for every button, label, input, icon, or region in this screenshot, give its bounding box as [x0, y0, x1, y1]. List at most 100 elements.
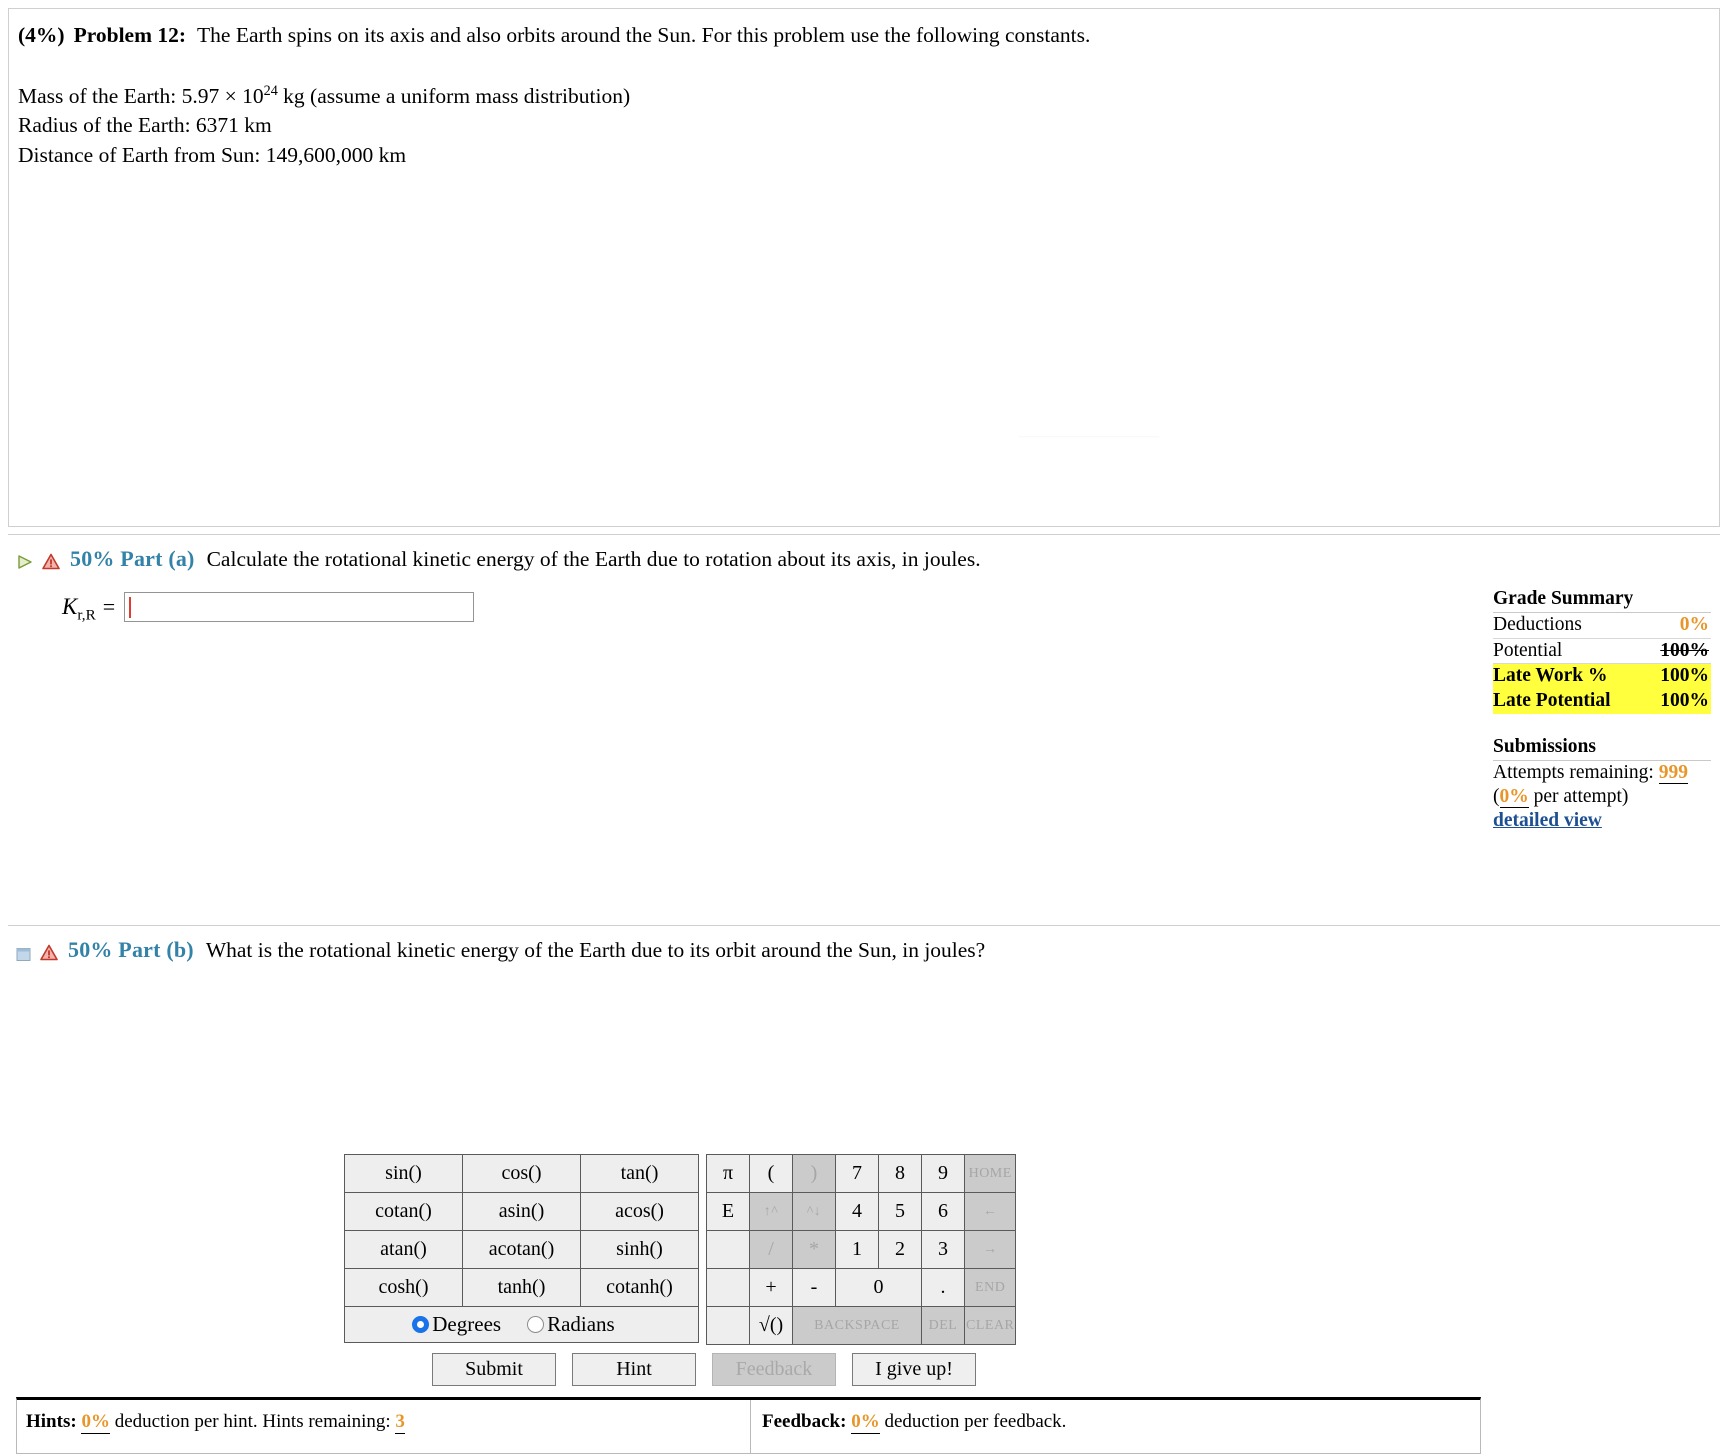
calc-key-tanh[interactable]: tanh()	[462, 1268, 581, 1307]
part-a-question-text: Calculate the rotational kinetic energy …	[206, 546, 981, 571]
grade-row-late-potential: Late Potential 100%	[1493, 689, 1711, 715]
calculator-function-panel: sin() cos() tan() cotan() asin() acos() …	[344, 1154, 699, 1343]
part-b-percent-label: 50% Part (b)	[68, 937, 194, 962]
table-row: π ( ) 7 8 9 HOME	[706, 1154, 1017, 1193]
calc-key-cotanh[interactable]: cotanh()	[580, 1268, 699, 1307]
calc-key-tan[interactable]: tan()	[580, 1154, 699, 1193]
calc-key-e[interactable]: E	[706, 1192, 750, 1231]
table-row: atan() acotan() sinh()	[344, 1230, 699, 1269]
table-row: √() BACKSPACE DEL CLEAR	[706, 1306, 1017, 1345]
grade-row-potential: Potential 100%	[1493, 639, 1711, 665]
hints-description: deduction per hint. Hints remaining:	[114, 1411, 391, 1432]
grade-label-late-potential: Late Potential	[1493, 690, 1611, 712]
radians-radio-group[interactable]: Radians	[527, 1312, 631, 1337]
calc-key-acotan[interactable]: acotan()	[462, 1230, 581, 1269]
per-attempt-rest: per attempt)	[1528, 785, 1629, 807]
grade-label-late-work: Late Work %	[1493, 665, 1608, 687]
calc-key-3[interactable]: 3	[921, 1230, 965, 1269]
feedback-cell: Feedback: 0% deduction per feedback.	[751, 1400, 1480, 1453]
hint-button[interactable]: Hint	[572, 1353, 696, 1386]
grade-summary-panel: Grade Summary Deductions 0% Potential 10…	[1493, 588, 1711, 832]
calc-key-plus[interactable]: +	[749, 1268, 793, 1307]
calc-key-blank-3[interactable]	[706, 1306, 750, 1345]
calculator-function-table: sin() cos() tan() cotan() asin() acos() …	[344, 1154, 699, 1307]
attempts-remaining-value: 999	[1658, 761, 1688, 784]
collapsed-box-icon[interactable]	[16, 943, 31, 961]
constant-radius: Radius of the Earth: 6371 km	[18, 111, 1719, 140]
angle-mode-row: Degrees Radians	[344, 1307, 699, 1343]
calc-key-end: END	[963, 1268, 1017, 1307]
calc-key-open-paren[interactable]: (	[749, 1154, 793, 1193]
answer-variable-label: Kr,R	[62, 594, 96, 623]
table-row: cosh() tanh() cotanh()	[344, 1268, 699, 1307]
calc-key-9[interactable]: 9	[921, 1154, 965, 1193]
answer-input[interactable]	[124, 592, 475, 622]
calc-key-minus[interactable]: -	[792, 1268, 836, 1307]
problem-statement-panel: (4%) Problem 12: The Earth spins on its ax…	[8, 8, 1720, 527]
part-a-answer-row: Kr,R =	[62, 592, 1720, 623]
calc-key-asin[interactable]: asin()	[462, 1192, 581, 1231]
calc-key-sqrt[interactable]: √()	[749, 1306, 793, 1345]
grade-value-potential: 100%	[1660, 639, 1709, 661]
constant-mass: Mass of the Earth: 5.97 × 1024 kg (assum…	[18, 82, 1719, 111]
calc-key-blank-1[interactable]	[706, 1230, 750, 1269]
calc-key-cotan[interactable]: cotan()	[344, 1192, 463, 1231]
calc-key-7[interactable]: 7	[835, 1154, 879, 1193]
part-a-header: 50% Part (a) Calculate the rotational ki…	[8, 535, 1720, 572]
problem-header-line: (4%) Problem 12: The Earth spins on its ax…	[18, 22, 1719, 49]
degrees-label: Degrees	[432, 1312, 502, 1336]
calc-key-5[interactable]: 5	[878, 1192, 922, 1231]
calc-key-atan[interactable]: atan()	[344, 1230, 463, 1269]
problem-statement-text: The Earth spins on its axis and also orb…	[197, 23, 1091, 47]
calc-key-8[interactable]: 8	[878, 1154, 922, 1193]
calc-key-pi[interactable]: π	[706, 1154, 750, 1193]
play-triangle-icon[interactable]	[16, 551, 33, 569]
calc-key-sinh[interactable]: sinh()	[580, 1230, 699, 1269]
calc-key-4[interactable]: 4	[835, 1192, 879, 1231]
grade-value-deductions: 0%	[1679, 613, 1709, 635]
calc-key-backspace: BACKSPACE	[792, 1306, 922, 1345]
calc-key-home: HOME	[963, 1154, 1017, 1193]
calc-key-blank-2[interactable]	[706, 1268, 750, 1307]
grade-row-late-work: Late Work % 100%	[1493, 664, 1711, 690]
constant-mass-prefix: Mass of the Earth: 5.97 × 10	[18, 83, 264, 108]
calc-key-0[interactable]: 0	[835, 1268, 922, 1307]
hints-feedback-bar: Hints: 0% deduction per hint. Hints rema…	[16, 1397, 1481, 1454]
part-b-header[interactable]: 50% Part (b) What is the rotational kine…	[8, 926, 1720, 963]
feedback-button: Feedback	[712, 1353, 836, 1386]
table-row: + - 0 . END	[706, 1268, 1017, 1307]
calc-key-cos[interactable]: cos()	[462, 1154, 581, 1193]
action-button-row: Submit Hint Feedback I give up!	[432, 1353, 976, 1386]
table-row: / * 1 2 3 →	[706, 1230, 1017, 1269]
calc-key-2[interactable]: 2	[878, 1230, 922, 1269]
detailed-view-link[interactable]: detailed view	[1493, 810, 1711, 833]
calculator-keypad-table: π ( ) 7 8 9 HOME E ↑^ ^↓ 4 5 6 ← / * 1 2…	[706, 1154, 1017, 1345]
submit-button[interactable]: Submit	[432, 1353, 556, 1386]
part-b-panel: 50% Part (b) What is the rotational kine…	[8, 925, 1720, 973]
warning-triangle-icon	[40, 942, 58, 960]
calc-key-6[interactable]: 6	[921, 1192, 965, 1231]
degrees-radio[interactable]	[412, 1316, 430, 1333]
calc-key-clear: CLEAR	[963, 1306, 1017, 1345]
give-up-button[interactable]: I give up!	[852, 1353, 976, 1386]
constants-list: Mass of the Earth: 5.97 × 1024 kg (assum…	[18, 82, 1719, 170]
calc-key-arrow-left: ←	[963, 1192, 1017, 1231]
grade-value-late-work: 100%	[1660, 665, 1709, 687]
calc-key-close-paren: )	[792, 1154, 836, 1193]
per-attempt-open-paren: (	[1493, 785, 1500, 807]
calc-key-1[interactable]: 1	[835, 1230, 879, 1269]
calc-key-acos[interactable]: acos()	[580, 1192, 699, 1231]
calc-key-decimal[interactable]: .	[921, 1268, 965, 1307]
problem-statement-inner: (4%) Problem 12: The Earth spins on its ax…	[9, 9, 1719, 170]
per-attempt-pct: 0%	[1499, 785, 1529, 808]
hints-deduction-pct: 0%	[81, 1411, 110, 1434]
calc-key-cosh[interactable]: cosh()	[344, 1268, 463, 1307]
constant-distance-text: Distance of Earth from Sun: 149,600,000 …	[18, 142, 407, 167]
degrees-radio-group[interactable]: Degrees	[412, 1312, 517, 1337]
calc-key-sin[interactable]: sin()	[344, 1154, 463, 1193]
grade-value-late-potential: 100%	[1660, 690, 1709, 712]
radians-radio[interactable]	[527, 1316, 545, 1333]
equals-sign: =	[102, 594, 116, 619]
calculator-widget: sin() cos() tan() cotan() asin() acos() …	[344, 1154, 1017, 1345]
attempts-remaining-line: Attempts remaining: 999	[1493, 761, 1711, 785]
